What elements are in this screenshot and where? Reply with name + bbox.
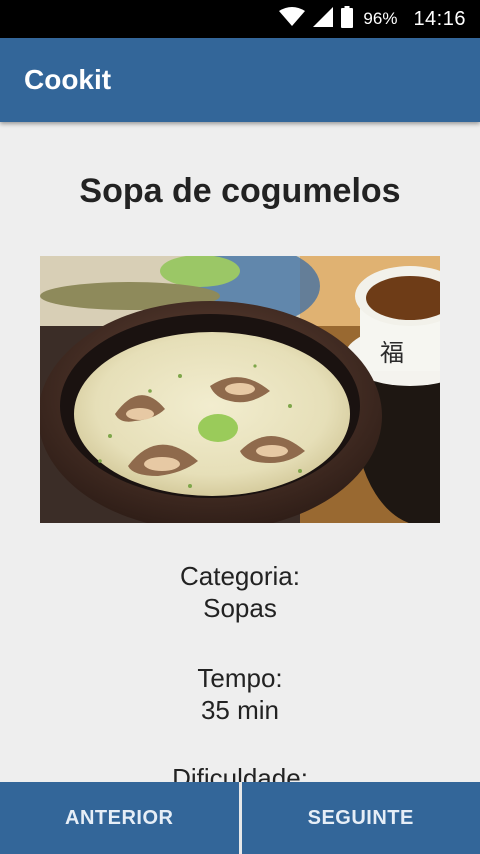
- category-label: Categoria:: [180, 561, 300, 591]
- category-value: Sopas: [203, 593, 277, 623]
- recipe-content[interactable]: Sopa de cogumelos 福 Categoria: Sopas Tem…: [0, 122, 480, 782]
- battery-icon: [341, 5, 354, 33]
- category-field: Categoria: Sopas: [0, 560, 480, 624]
- app-title: Cookit: [24, 64, 112, 95]
- svg-text:福: 福: [380, 339, 404, 367]
- signal-icon: [313, 6, 334, 32]
- recipe-title: Sopa de cogumelos: [79, 172, 401, 210]
- recipe-photo: 福: [40, 256, 440, 523]
- time-field: Tempo: 35 min: [0, 662, 480, 726]
- time-value: 35 min: [200, 695, 280, 725]
- clock: 14:16: [413, 7, 466, 30]
- difficulty-label: Dificuldade:: [172, 763, 308, 782]
- app-bar: Cookit: [0, 38, 480, 122]
- difficulty-field: Dificuldade:: [0, 762, 480, 782]
- bottom-navigation: ANTERIOR SEGUINTE: [0, 782, 480, 854]
- status-bar: 96% 14:16: [0, 0, 480, 38]
- next-button[interactable]: SEGUINTE: [242, 782, 480, 854]
- time-label: Tempo:: [197, 663, 283, 693]
- previous-button[interactable]: ANTERIOR: [0, 782, 239, 854]
- battery-percent: 96%: [363, 9, 398, 28]
- wifi-icon: [279, 6, 306, 32]
